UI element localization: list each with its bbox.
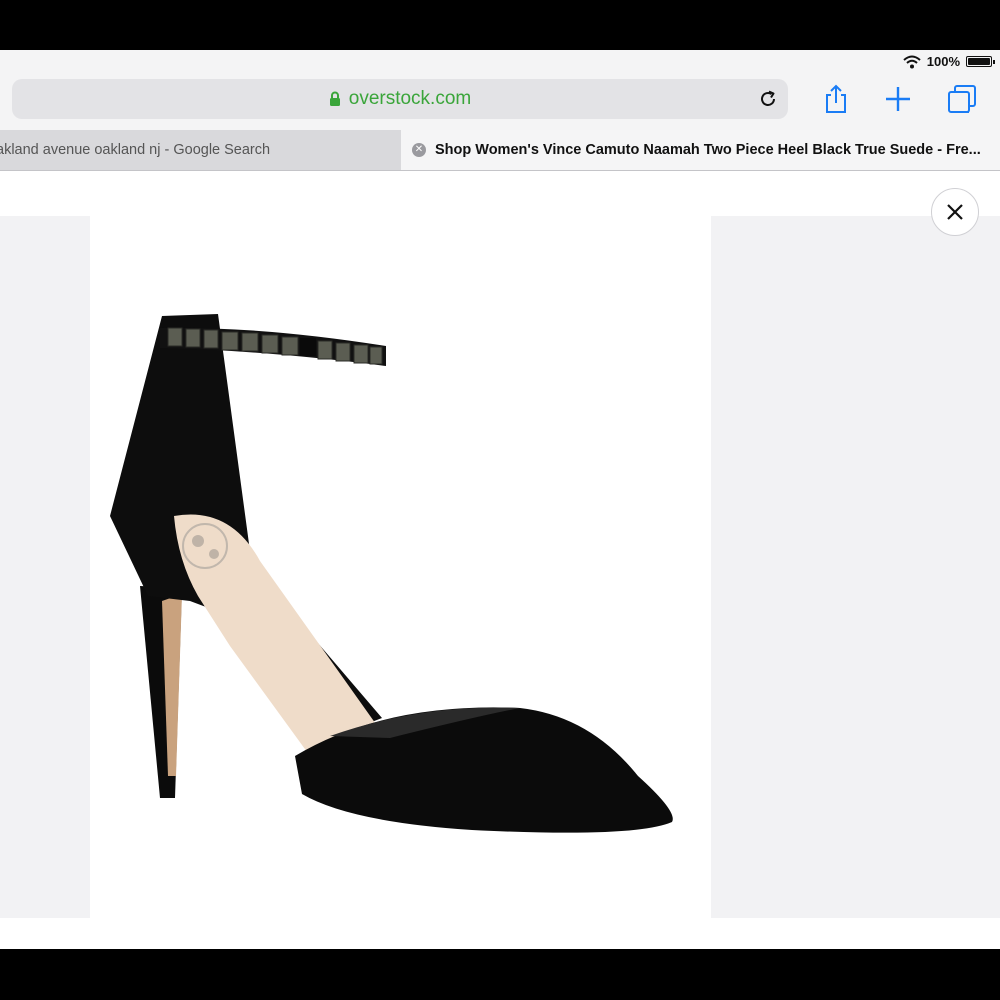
image-viewer [0, 171, 1000, 949]
share-icon[interactable] [820, 83, 852, 115]
wifi-icon [903, 55, 921, 68]
tab-close-icon[interactable]: ✕ [412, 143, 426, 157]
reload-icon[interactable] [756, 87, 780, 111]
shoe-image [110, 314, 673, 833]
product-image[interactable] [90, 216, 711, 918]
viewer-side-panel-right [711, 216, 1000, 918]
bottom-black-band [0, 949, 1000, 1000]
top-black-band [0, 0, 1000, 50]
tab-bar: akland avenue oakland nj - Google Search… [0, 130, 1000, 171]
browser-toolbar: overstock.com [0, 74, 1000, 130]
status-bar: 100% [0, 50, 1000, 74]
battery-icon [966, 56, 995, 67]
tab-title: akland avenue oakland nj - Google Search [0, 142, 271, 158]
url-text: overstock.com [348, 88, 472, 109]
address-bar[interactable]: overstock.com [12, 79, 788, 119]
close-button[interactable] [931, 188, 979, 236]
tab-overstock-product[interactable]: ✕ Shop Women's Vince Camuto Naamah Two P… [401, 130, 1000, 170]
lock-icon [329, 91, 340, 106]
tab-title: Shop Women's Vince Camuto Naamah Two Pie… [435, 142, 981, 158]
tabs-overview-icon[interactable] [946, 83, 978, 115]
battery-percent: 100% [926, 54, 960, 69]
close-icon [947, 204, 963, 220]
new-tab-plus-icon[interactable] [882, 83, 914, 115]
tab-google-search[interactable]: akland avenue oakland nj - Google Search [0, 130, 399, 170]
viewer-side-panel-left [0, 216, 90, 918]
